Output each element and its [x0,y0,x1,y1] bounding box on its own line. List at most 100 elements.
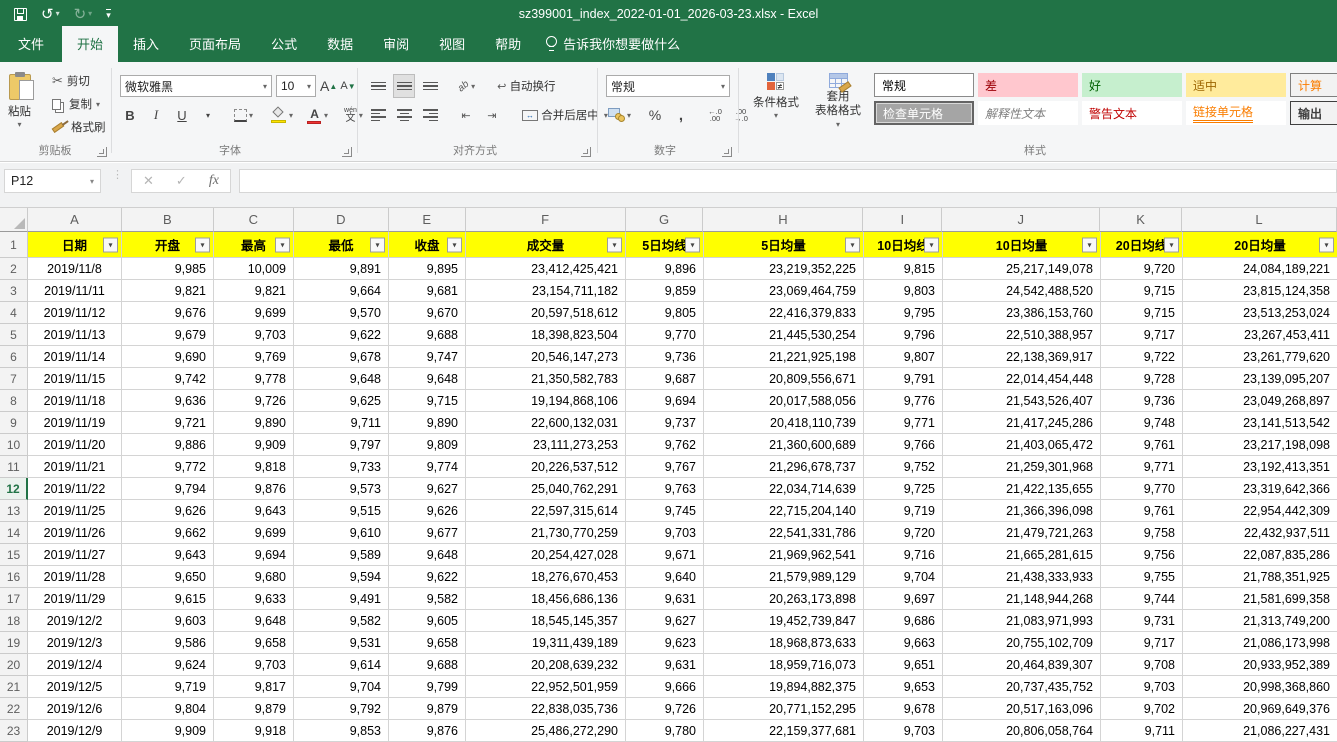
cell[interactable]: 22,138,369,917 [943,346,1101,368]
ribbon-tab-5[interactable]: 数据 [312,26,368,62]
cell[interactable]: 20,263,173,898 [704,588,864,610]
cell[interactable]: 9,795 [864,302,943,324]
cell[interactable]: 9,769 [214,346,294,368]
cell[interactable]: 20,755,102,709 [943,632,1101,654]
cell[interactable]: 9,697 [864,588,943,610]
cell[interactable]: 9,771 [1101,456,1183,478]
cell[interactable]: 9,711 [1101,720,1183,742]
cell[interactable]: 9,731 [1101,610,1183,632]
cell[interactable]: 23,412,425,421 [466,258,626,280]
cell[interactable]: 9,573 [294,478,389,500]
filter-button[interactable]: ▾ [447,237,462,252]
cell[interactable]: 9,686 [864,610,943,632]
cell[interactable]: 9,876 [214,478,294,500]
cell[interactable]: 25,217,149,078 [943,258,1101,280]
cell[interactable]: 25,040,762,291 [466,478,626,500]
cell[interactable]: 20,809,556,671 [704,368,864,390]
cell[interactable]: 开盘▾ [122,232,214,258]
cell[interactable]: 9,636 [122,390,214,412]
row-header-12[interactable]: 12 [0,478,28,500]
customize-qat-button[interactable]: ▾ [106,9,111,20]
cell[interactable]: 9,770 [1101,478,1183,500]
cell[interactable]: 9,909 [214,434,294,456]
cell[interactable]: 9,736 [626,346,704,368]
cell[interactable]: 9,895 [389,258,466,280]
cell[interactable]: 5日均线▾ [626,232,704,258]
cell[interactable]: 9,770 [626,324,704,346]
filter-button[interactable]: ▾ [924,237,939,252]
save-button[interactable] [14,8,27,21]
cell[interactable]: 20,933,952,389 [1183,654,1337,676]
cell[interactable]: 21,543,526,407 [943,390,1101,412]
cell[interactable]: 20日均量▾ [1183,232,1337,258]
row-header-11[interactable]: 11 [0,456,28,478]
cell[interactable]: 23,513,253,024 [1183,302,1337,324]
cell[interactable]: 20,208,639,232 [466,654,626,676]
cell[interactable]: 21,581,699,358 [1183,588,1337,610]
cell[interactable]: 2019/12/9 [28,720,122,742]
cell[interactable]: 9,648 [389,368,466,390]
filter-button[interactable]: ▾ [370,237,385,252]
cell[interactable]: 9,985 [122,258,214,280]
filter-button[interactable]: ▾ [685,237,700,252]
cell[interactable]: 9,918 [214,720,294,742]
insert-function-button[interactable]: fx [209,173,219,189]
cell[interactable]: 2019/11/22 [28,478,122,500]
cell[interactable]: 9,758 [1101,522,1183,544]
cell[interactable]: 9,853 [294,720,389,742]
cell[interactable]: 21,788,351,925 [1183,566,1337,588]
cell[interactable]: 9,721 [122,412,214,434]
filter-button[interactable]: ▾ [195,237,210,252]
cell[interactable]: 2019/11/29 [28,588,122,610]
row-header-23[interactable]: 23 [0,720,28,742]
cell[interactable]: 9,679 [122,324,214,346]
increase-indent-button[interactable]: ⇥ [482,104,502,126]
row-header-9[interactable]: 9 [0,412,28,434]
font-color-button[interactable]: A▾ [305,104,330,126]
cell[interactable]: 19,311,439,189 [466,632,626,654]
cell[interactable]: 9,737 [626,412,704,434]
cell[interactable]: 20,517,163,096 [943,698,1101,720]
cell[interactable]: 2019/11/11 [28,280,122,302]
filter-button[interactable]: ▾ [1164,237,1179,252]
increase-decimal-button[interactable]: ←.0.00 [705,104,725,126]
cell[interactable]: 22,597,315,614 [466,500,626,522]
cell[interactable]: 9,678 [864,698,943,720]
cell[interactable]: 9,676 [122,302,214,324]
column-header-C[interactable]: C [214,208,294,232]
cell[interactable]: 9,624 [122,654,214,676]
cell[interactable]: 9,690 [122,346,214,368]
align-left-button[interactable] [368,104,388,126]
ribbon-tab-7[interactable]: 视图 [424,26,480,62]
cell[interactable]: 23,154,711,182 [466,280,626,302]
cell[interactable]: 9,748 [1101,412,1183,434]
cell[interactable]: 9,677 [389,522,466,544]
cell[interactable]: 23,217,198,098 [1183,434,1337,456]
cell[interactable]: 9,719 [864,500,943,522]
cell[interactable]: 24,542,488,520 [943,280,1101,302]
cut-button[interactable]: ✂ 剪切 [52,73,90,89]
cell[interactable]: 21,086,173,998 [1183,632,1337,654]
cell[interactable]: 9,799 [389,676,466,698]
row-header-1[interactable]: 1 [0,232,28,258]
cell-style-chip[interactable]: 解释性文本 [978,101,1078,125]
cell[interactable]: 9,896 [626,258,704,280]
cell[interactable]: 成交量▾ [466,232,626,258]
cell[interactable]: 22,432,937,511 [1183,522,1337,544]
cell[interactable]: 23,386,153,760 [943,302,1101,324]
cell[interactable]: 9,767 [626,456,704,478]
cell[interactable]: 9,626 [389,500,466,522]
cell[interactable]: 2019/11/28 [28,566,122,588]
cell[interactable]: 9,703 [1101,676,1183,698]
cell[interactable]: 22,715,204,140 [704,500,864,522]
bold-button[interactable]: B [120,104,140,126]
cell[interactable]: 9,715 [1101,302,1183,324]
cell[interactable]: 20,771,152,295 [704,698,864,720]
cell[interactable]: 9,797 [294,434,389,456]
italic-button[interactable]: I [146,104,166,126]
enter-button[interactable]: ✓ [176,173,187,189]
row-header-8[interactable]: 8 [0,390,28,412]
row-header-16[interactable]: 16 [0,566,28,588]
cell[interactable]: 9,879 [214,698,294,720]
cell[interactable]: 9,648 [389,544,466,566]
